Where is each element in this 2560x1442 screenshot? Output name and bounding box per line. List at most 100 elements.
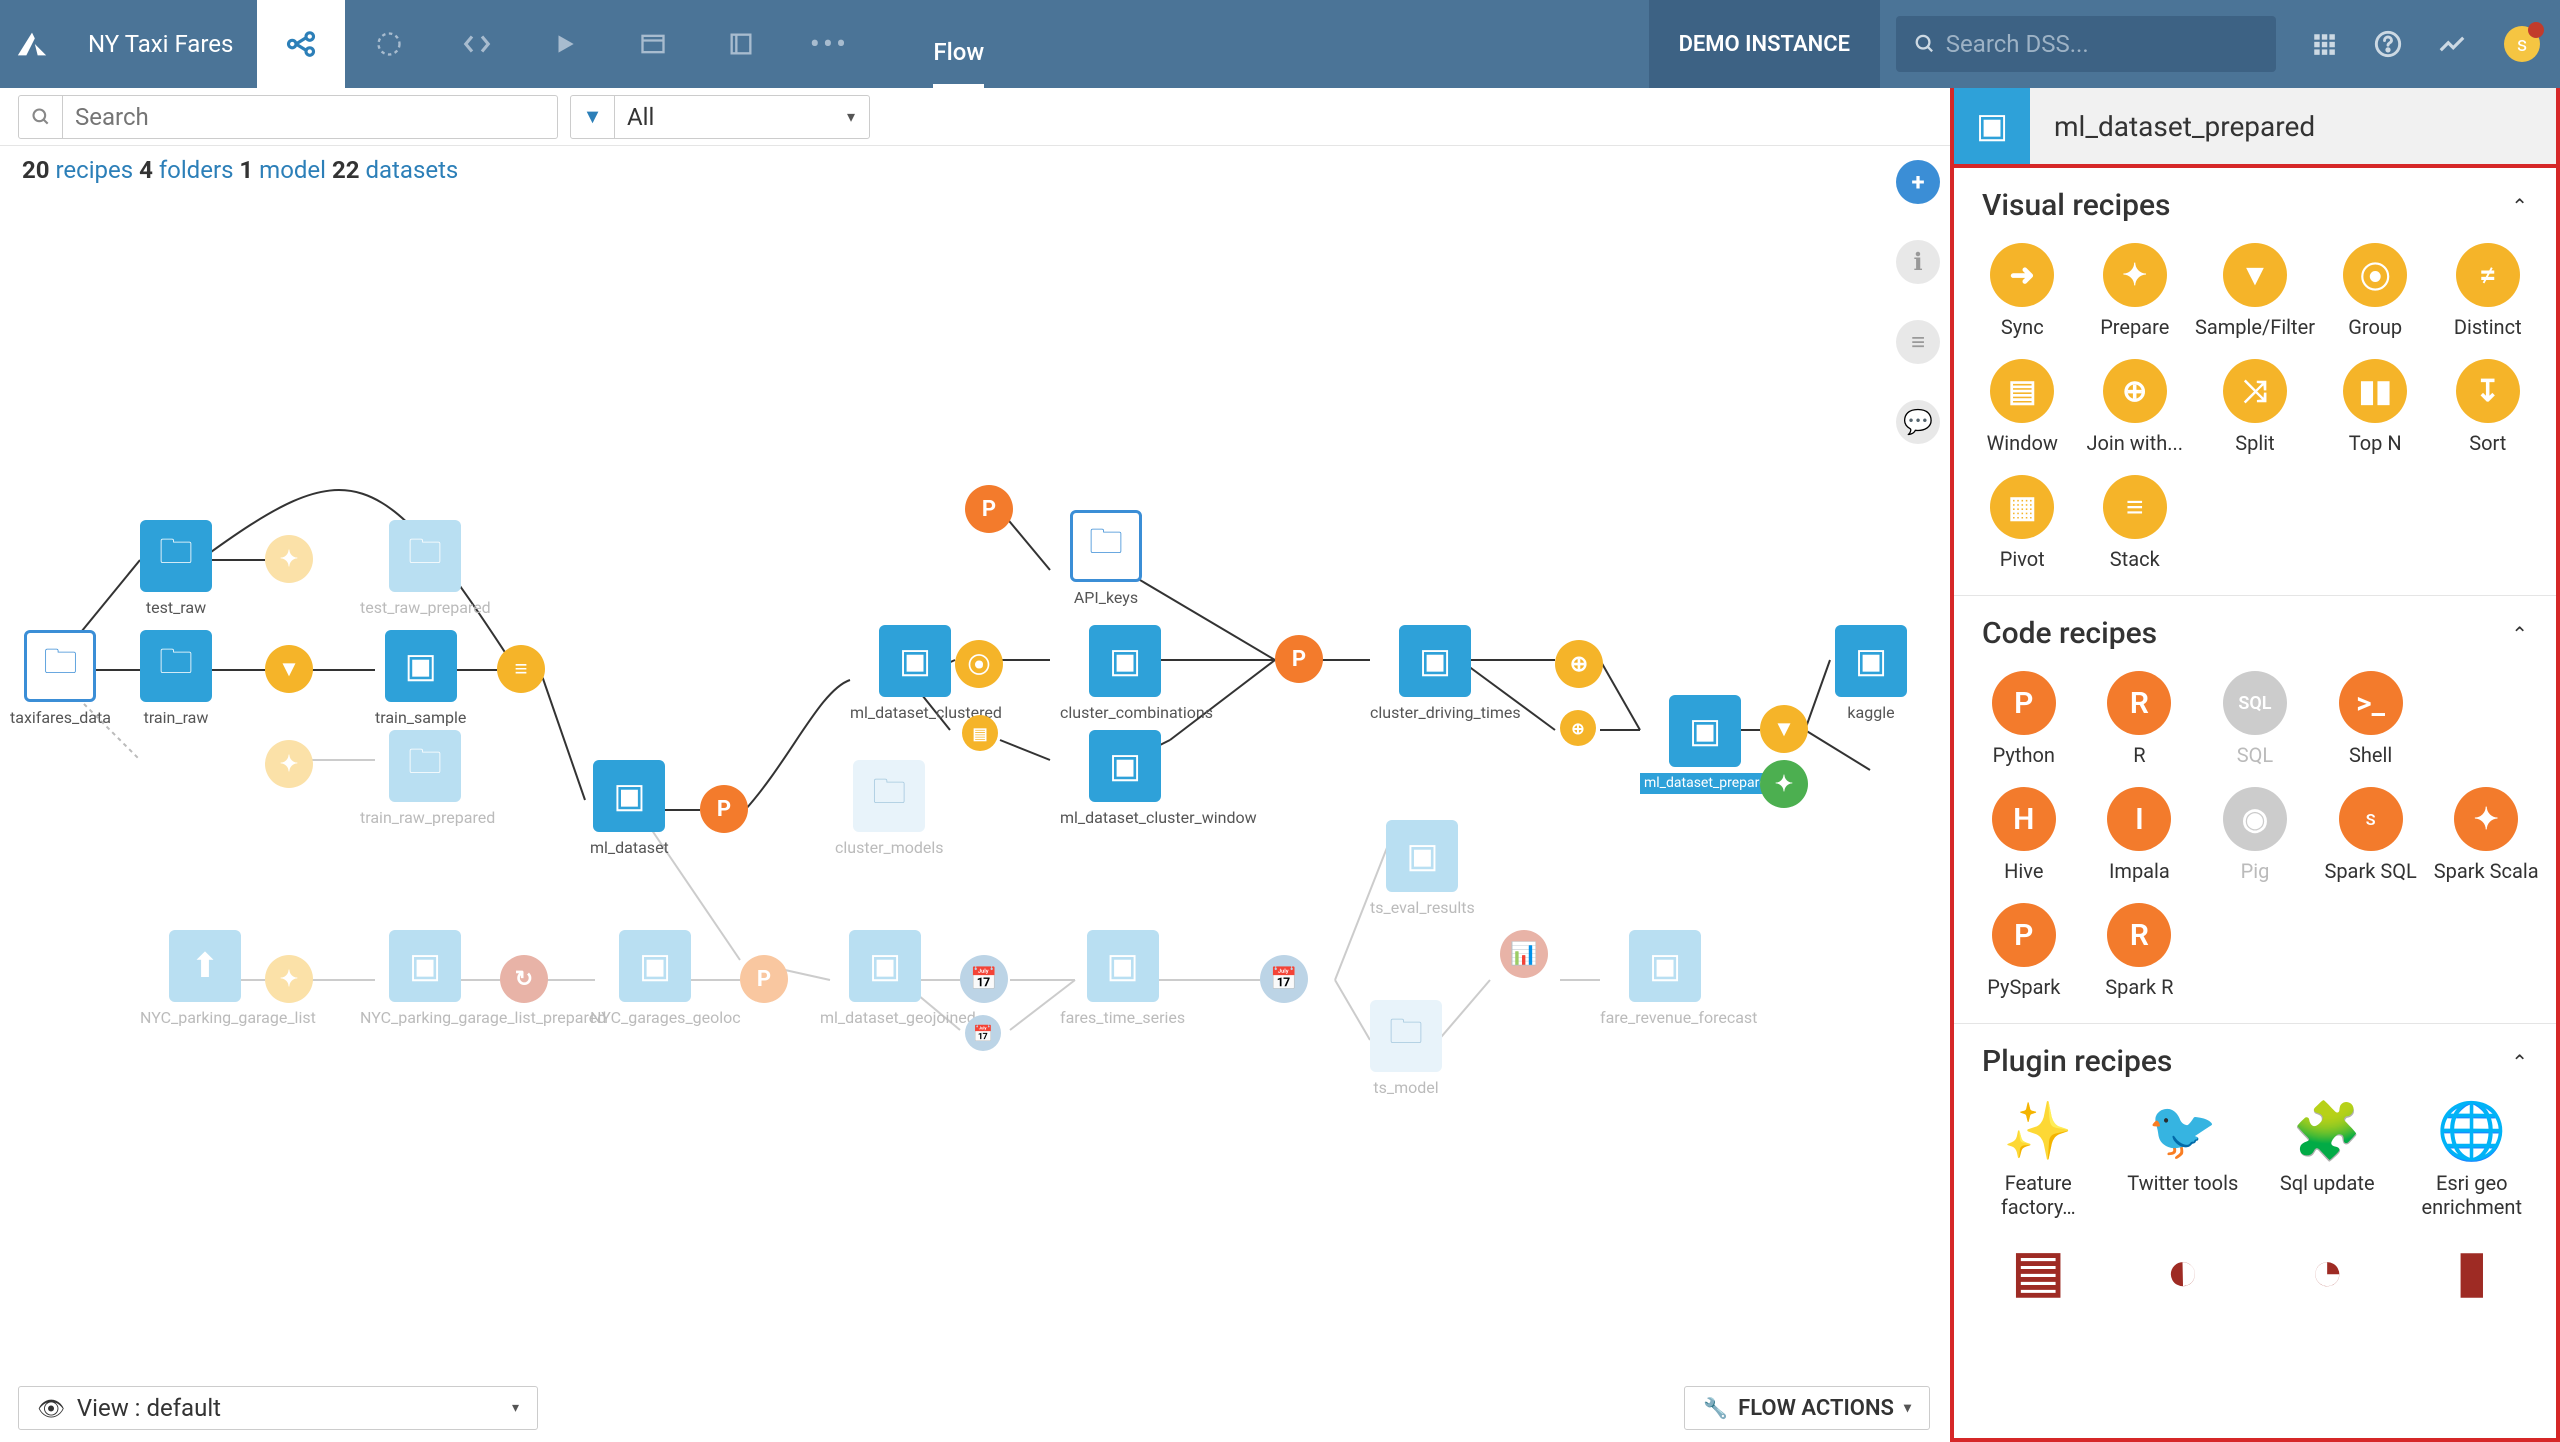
recipe-plugin-6[interactable]: ◐ xyxy=(2115,1239,2252,1311)
recipe-group-icon[interactable]: ⦿ xyxy=(955,640,1003,688)
recipe-sql-update[interactable]: 🧩Sql update xyxy=(2259,1099,2396,1219)
recipe-spark-r[interactable]: RSpark R xyxy=(2086,903,2194,999)
node-cluster-combinations[interactable]: ▣cluster_combinations xyxy=(1060,625,1190,722)
flow-canvas[interactable]: 🗀taxifares_data 🗀test_raw 🗀train_raw ✦ 🗀… xyxy=(0,200,1950,1374)
recipe-python3-icon[interactable]: P xyxy=(1275,635,1323,683)
node-ml-dataset-prepared[interactable]: ▣ml_dataset_prepared xyxy=(1640,695,1770,794)
recipe-filter2-icon[interactable]: ▼ xyxy=(1760,705,1808,753)
side-tab-info[interactable]: ℹ xyxy=(1896,240,1940,284)
recipe-distinct[interactable]: ≠Distinct xyxy=(2435,243,2540,339)
node-cluster-models[interactable]: 🗀cluster_models xyxy=(835,760,944,857)
recipe-prepare3-icon[interactable]: ✦ xyxy=(265,955,313,1003)
recipe-feature-factory[interactable]: ✨Feature factory… xyxy=(1970,1099,2107,1219)
apps-icon[interactable] xyxy=(2292,0,2356,88)
node-train-raw[interactable]: 🗀train_raw xyxy=(140,630,212,727)
model-link[interactable]: model xyxy=(259,156,326,184)
node-taxifares-data[interactable]: 🗀taxifares_data xyxy=(10,630,111,727)
global-search-input[interactable] xyxy=(1946,30,2258,58)
recipe-plugin-7[interactable]: ◔ xyxy=(2259,1239,2396,1311)
node-ts-eval-results[interactable]: ▣ts_eval_results xyxy=(1370,820,1475,917)
flow-actions-button[interactable]: 🔧FLOW ACTIONS▾ xyxy=(1684,1386,1930,1430)
recipe-pyspark[interactable]: PPySpark xyxy=(1970,903,2078,999)
folders-link[interactable]: folders xyxy=(159,156,234,184)
recipe-date2-icon[interactable]: 📅 xyxy=(965,1015,1001,1051)
circle-tab-icon[interactable] xyxy=(345,0,433,88)
recipe-sync[interactable]: ➜Sync xyxy=(1970,243,2075,339)
recipe-forecast-icon[interactable]: 📅 xyxy=(1260,955,1308,1003)
node-kaggle[interactable]: ▣kaggle xyxy=(1835,625,1907,722)
recipe-stack-icon[interactable]: ≡ xyxy=(497,645,545,693)
side-tab-add[interactable]: + xyxy=(1896,160,1940,204)
code-tab-icon[interactable] xyxy=(433,0,521,88)
recipe-date-icon[interactable]: 📅 xyxy=(960,955,1008,1003)
logo-icon[interactable] xyxy=(0,0,64,88)
recipe-join2-icon[interactable]: ⊕ xyxy=(1560,710,1596,746)
node-train-raw-prepared[interactable]: 🗀train_raw_prepared xyxy=(360,730,490,827)
recipe-impala[interactable]: IImpala xyxy=(2086,787,2194,883)
recipe-plugin-8[interactable]: ▮ xyxy=(2404,1239,2541,1311)
recipe-window-icon[interactable]: ▤ xyxy=(962,715,998,751)
recipe-ml-icon[interactable]: ✦ xyxy=(1760,760,1808,808)
visual-recipes-header[interactable]: Visual recipes⌃ xyxy=(1954,168,2556,231)
user-avatar[interactable]: s xyxy=(2504,26,2540,62)
datasets-link[interactable]: datasets xyxy=(365,156,458,184)
recipe-twitter[interactable]: 🐦Twitter tools xyxy=(2115,1099,2252,1219)
dashboard-tab-icon[interactable] xyxy=(609,0,697,88)
view-selector[interactable]: 👁 View : default▾ xyxy=(18,1386,538,1430)
node-train-sample[interactable]: ▣train_sample xyxy=(375,630,466,727)
recipe-hive[interactable]: HHive xyxy=(1970,787,2078,883)
recipe-stack[interactable]: ≡Stack xyxy=(2083,475,2188,571)
code-recipes-header[interactable]: Code recipes⌃ xyxy=(1954,596,2556,659)
recipe-prepare2-icon[interactable]: ✦ xyxy=(265,740,313,788)
node-fare-revenue-forecast[interactable]: ▣fare_revenue_forecast xyxy=(1600,930,1730,1027)
node-ml-dataset-geojoined[interactable]: ▣ml_dataset_geojoined xyxy=(820,930,950,1027)
recipe-plugin-5[interactable]: ▤ xyxy=(1970,1239,2107,1311)
node-test-raw-prepared[interactable]: 🗀test_raw_prepared xyxy=(360,520,490,617)
recipe-plugin-icon[interactable]: ↻ xyxy=(500,955,548,1003)
recipe-window[interactable]: ▤Window xyxy=(1970,359,2075,455)
recipe-sort[interactable]: ↧Sort xyxy=(2435,359,2540,455)
recipe-prepare[interactable]: ✦Prepare xyxy=(2083,243,2188,339)
recipe-join-icon[interactable]: ⊕ xyxy=(1555,640,1603,688)
global-search[interactable] xyxy=(1896,16,2276,72)
flow-search[interactable] xyxy=(18,95,558,139)
side-tab-list[interactable]: ≡ xyxy=(1896,320,1940,364)
more-tab-icon[interactable]: ••• xyxy=(785,0,873,88)
recipe-group[interactable]: ⦿Group xyxy=(2323,243,2428,339)
flow-tab-label[interactable]: Flow xyxy=(933,38,984,88)
recipe-python-icon[interactable]: P xyxy=(700,785,748,833)
recipe-prepare-icon[interactable]: ✦ xyxy=(265,535,313,583)
project-name[interactable]: NY Taxi Fares xyxy=(64,30,257,58)
node-api-keys[interactable]: 🗀API_keys xyxy=(1070,510,1142,607)
recipe-shell[interactable]: >_Shell xyxy=(2317,671,2425,767)
node-cluster-driving-times[interactable]: ▣cluster_driving_times xyxy=(1370,625,1500,722)
recipe-sample-filter[interactable]: ▼Sample/Filter xyxy=(2195,243,2315,339)
node-test-raw[interactable]: 🗀test_raw xyxy=(140,520,212,617)
side-tab-chat[interactable]: 💬 xyxy=(1896,400,1940,444)
node-nyc-garages-geoloc[interactable]: ▣NYC_garages_geoloc xyxy=(590,930,720,1027)
recipe-chart-icon[interactable]: 📊 xyxy=(1500,930,1548,978)
recipe-filter-icon[interactable]: ▼ xyxy=(265,645,313,693)
flow-filter[interactable]: ▼ All ▾ xyxy=(570,95,870,139)
recipes-link[interactable]: recipes xyxy=(56,156,134,184)
flow-search-input[interactable] xyxy=(63,103,557,131)
plugin-recipes-header[interactable]: Plugin recipes⌃ xyxy=(1954,1024,2556,1087)
recipe-esri-geo[interactable]: 🌐Esri geo enrichment xyxy=(2404,1099,2541,1219)
help-icon[interactable] xyxy=(2356,0,2420,88)
recipe-spark-sql[interactable]: SSpark SQL xyxy=(2317,787,2425,883)
recipe-python[interactable]: PPython xyxy=(1970,671,2078,767)
recipe-split[interactable]: ⤨Split xyxy=(2195,359,2315,455)
node-ml-dataset[interactable]: ▣ml_dataset xyxy=(590,760,669,857)
node-fares-time-series[interactable]: ▣fares_time_series xyxy=(1060,930,1185,1027)
node-nyc-parking-garage-list-prepared[interactable]: ▣NYC_parking_garage_list_prepared xyxy=(360,930,490,1027)
node-ml-dataset-cluster-window[interactable]: ▣ml_dataset_cluster_window xyxy=(1060,730,1190,827)
flow-tab-icon[interactable] xyxy=(257,0,345,88)
recipe-pivot[interactable]: ▦Pivot xyxy=(1970,475,2075,571)
recipe-python4-icon[interactable]: P xyxy=(740,955,788,1003)
node-ts-model[interactable]: 🗀ts_model xyxy=(1370,1000,1442,1097)
recipe-python2-icon[interactable]: P xyxy=(965,485,1013,533)
recipe-spark-scala[interactable]: ✦Spark Scala xyxy=(2432,787,2540,883)
activity-icon[interactable] xyxy=(2420,0,2484,88)
node-nyc-parking-garage-list[interactable]: ⬆NYC_parking_garage_list xyxy=(140,930,270,1027)
wiki-tab-icon[interactable] xyxy=(697,0,785,88)
